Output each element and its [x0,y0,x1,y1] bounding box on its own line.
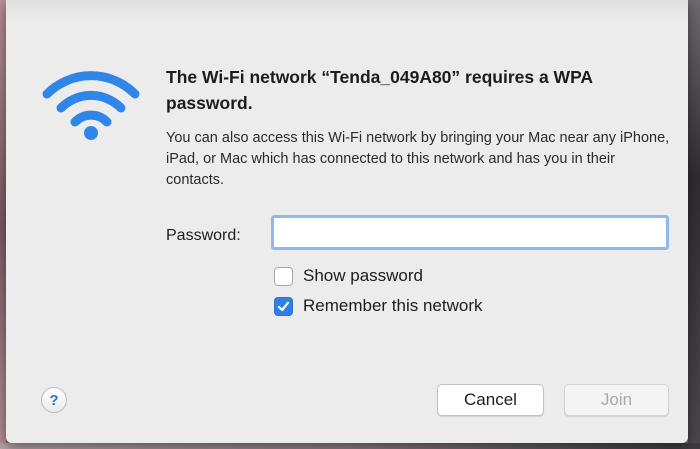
show-password-box[interactable] [274,266,293,286]
cancel-button[interactable]: Cancel [437,384,544,416]
dialog-title: The Wi-Fi network “Tenda_049A80” require… [166,67,593,113]
checkmark-icon [277,301,290,311]
wifi-icon [42,71,140,140]
password-label: Password: [166,227,241,244]
wifi-password-dialog: The Wi-Fi network “Tenda_049A80” require… [6,0,688,443]
help-button[interactable]: ? [41,387,67,413]
remember-network-box[interactable] [274,296,293,316]
password-input[interactable] [271,215,669,250]
background-bottom [0,443,700,449]
remember-network-checkbox[interactable]: Remember this network [274,294,483,318]
show-password-checkbox[interactable]: Show password [274,264,423,288]
join-button[interactable]: Join [564,384,669,416]
background-right [688,0,700,449]
dialog-top-band [6,0,688,22]
remember-network-label: Remember this network [303,296,483,315]
dialog-description: You can also access this Wi-Fi network b… [166,130,670,188]
help-icon: ? [49,391,59,409]
show-password-label: Show password [303,266,424,285]
